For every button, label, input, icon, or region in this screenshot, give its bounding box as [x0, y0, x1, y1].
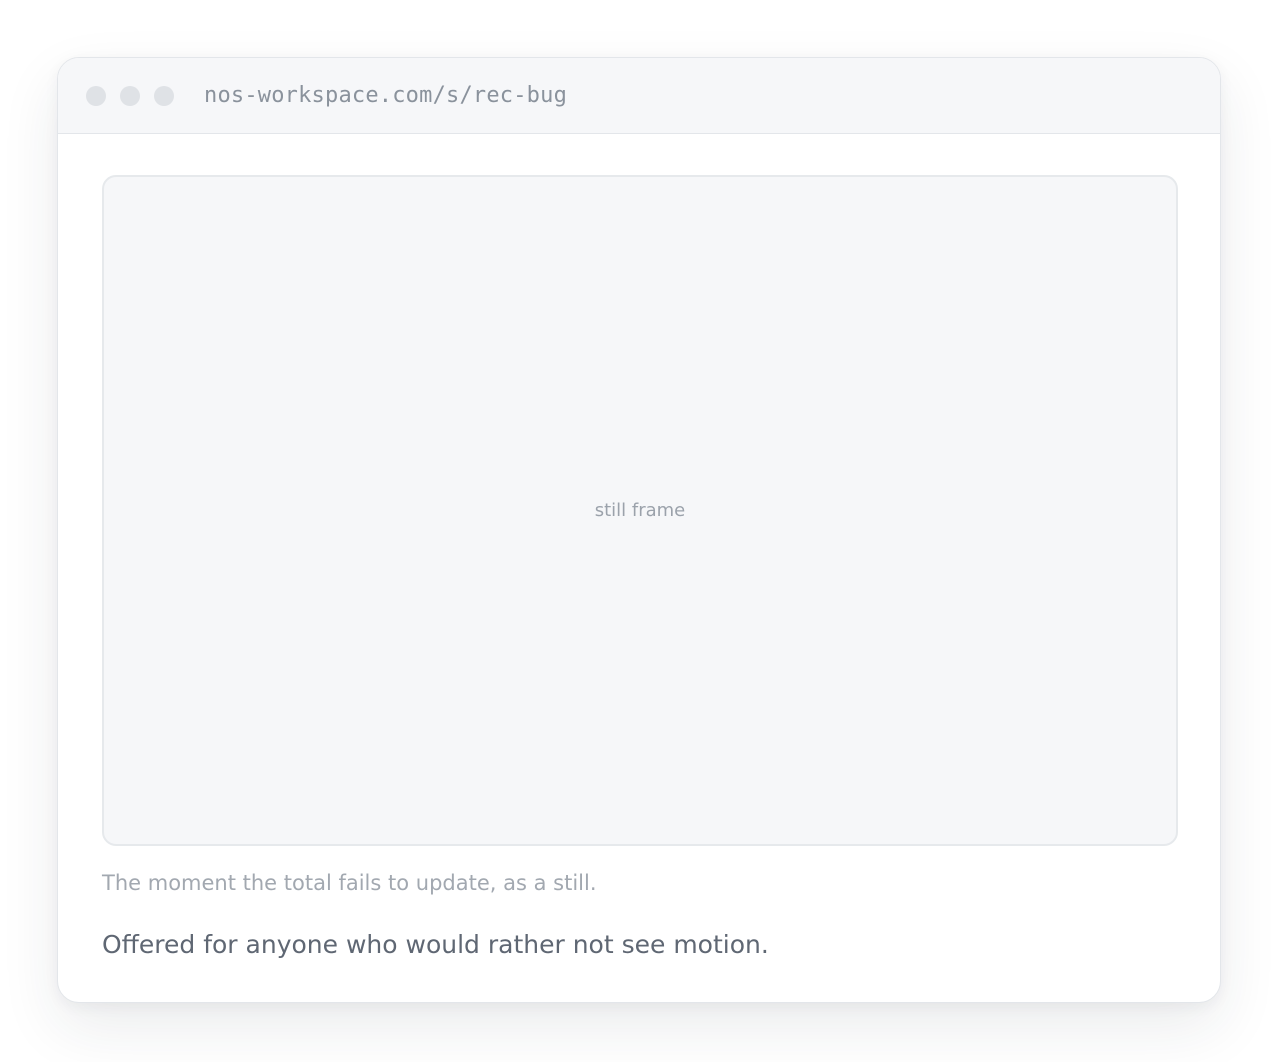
reduced-motion-note: Offered for anyone who would rather not …	[102, 930, 769, 959]
browser-window: nos-workspace.com/s/rec-bug still frame …	[57, 57, 1221, 1003]
window-controls	[86, 85, 174, 106]
minimize-dot-icon[interactable]	[120, 85, 140, 106]
still-frame-label: still frame	[594, 500, 686, 521]
title-bar: nos-workspace.com/s/rec-bug	[58, 58, 1220, 134]
address-bar-url[interactable]: nos-workspace.com/s/rec-bug	[204, 83, 567, 108]
close-dot-icon[interactable]	[86, 85, 106, 106]
page-content: still frame The moment the total fails t…	[58, 134, 1220, 962]
still-frame-placeholder: still frame	[102, 175, 1178, 846]
figure-caption: The moment the total fails to update, as…	[102, 871, 597, 895]
maximize-dot-icon[interactable]	[154, 85, 174, 106]
